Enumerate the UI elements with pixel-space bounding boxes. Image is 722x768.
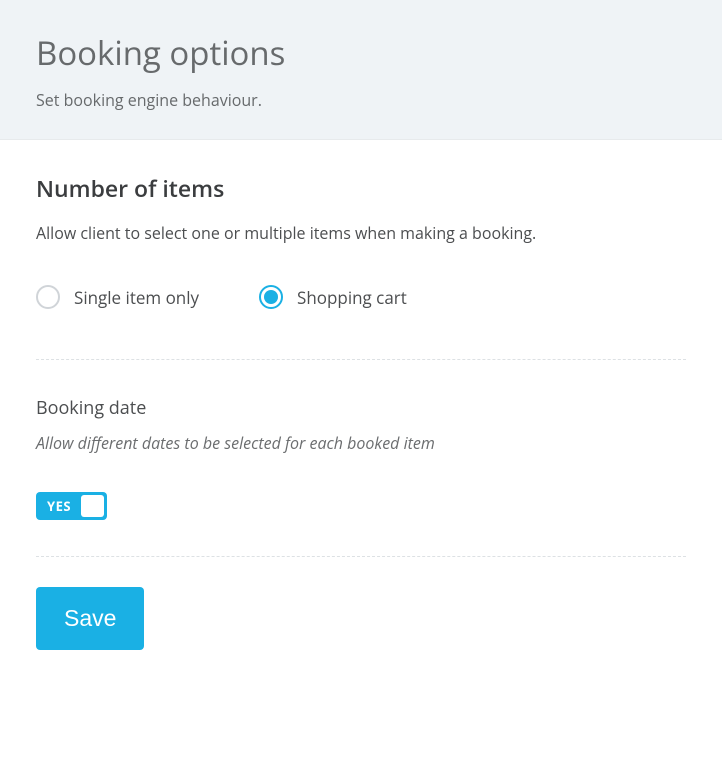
section-divider (36, 359, 686, 360)
radio-single-item[interactable]: Single item only (36, 284, 199, 311)
booking-date-title: Booking date (36, 396, 686, 420)
booking-date-description: Allow different dates to be selected for… (36, 432, 686, 454)
number-of-items-title: Number of items (36, 172, 686, 204)
page-header: Booking options Set booking engine behav… (0, 0, 722, 140)
toggle-label: YES (39, 497, 81, 515)
number-of-items-description: Allow client to select one or multiple i… (36, 222, 686, 244)
radio-shopping-cart-label: Shopping cart (297, 284, 407, 311)
number-of-items-radio-group: Single item only Shopping cart (36, 284, 686, 311)
radio-single-item-label: Single item only (74, 284, 199, 311)
radio-icon-selected (259, 285, 283, 309)
section-divider (36, 556, 686, 557)
page-content: Number of items Allow client to select o… (0, 140, 722, 682)
booking-date-toggle[interactable]: YES (36, 492, 107, 520)
page-subtitle: Set booking engine behaviour. (36, 89, 686, 111)
page-title: Booking options (36, 30, 686, 75)
save-button[interactable]: Save (36, 587, 144, 650)
radio-icon (36, 285, 60, 309)
radio-shopping-cart[interactable]: Shopping cart (259, 284, 407, 311)
toggle-handle (81, 495, 104, 517)
